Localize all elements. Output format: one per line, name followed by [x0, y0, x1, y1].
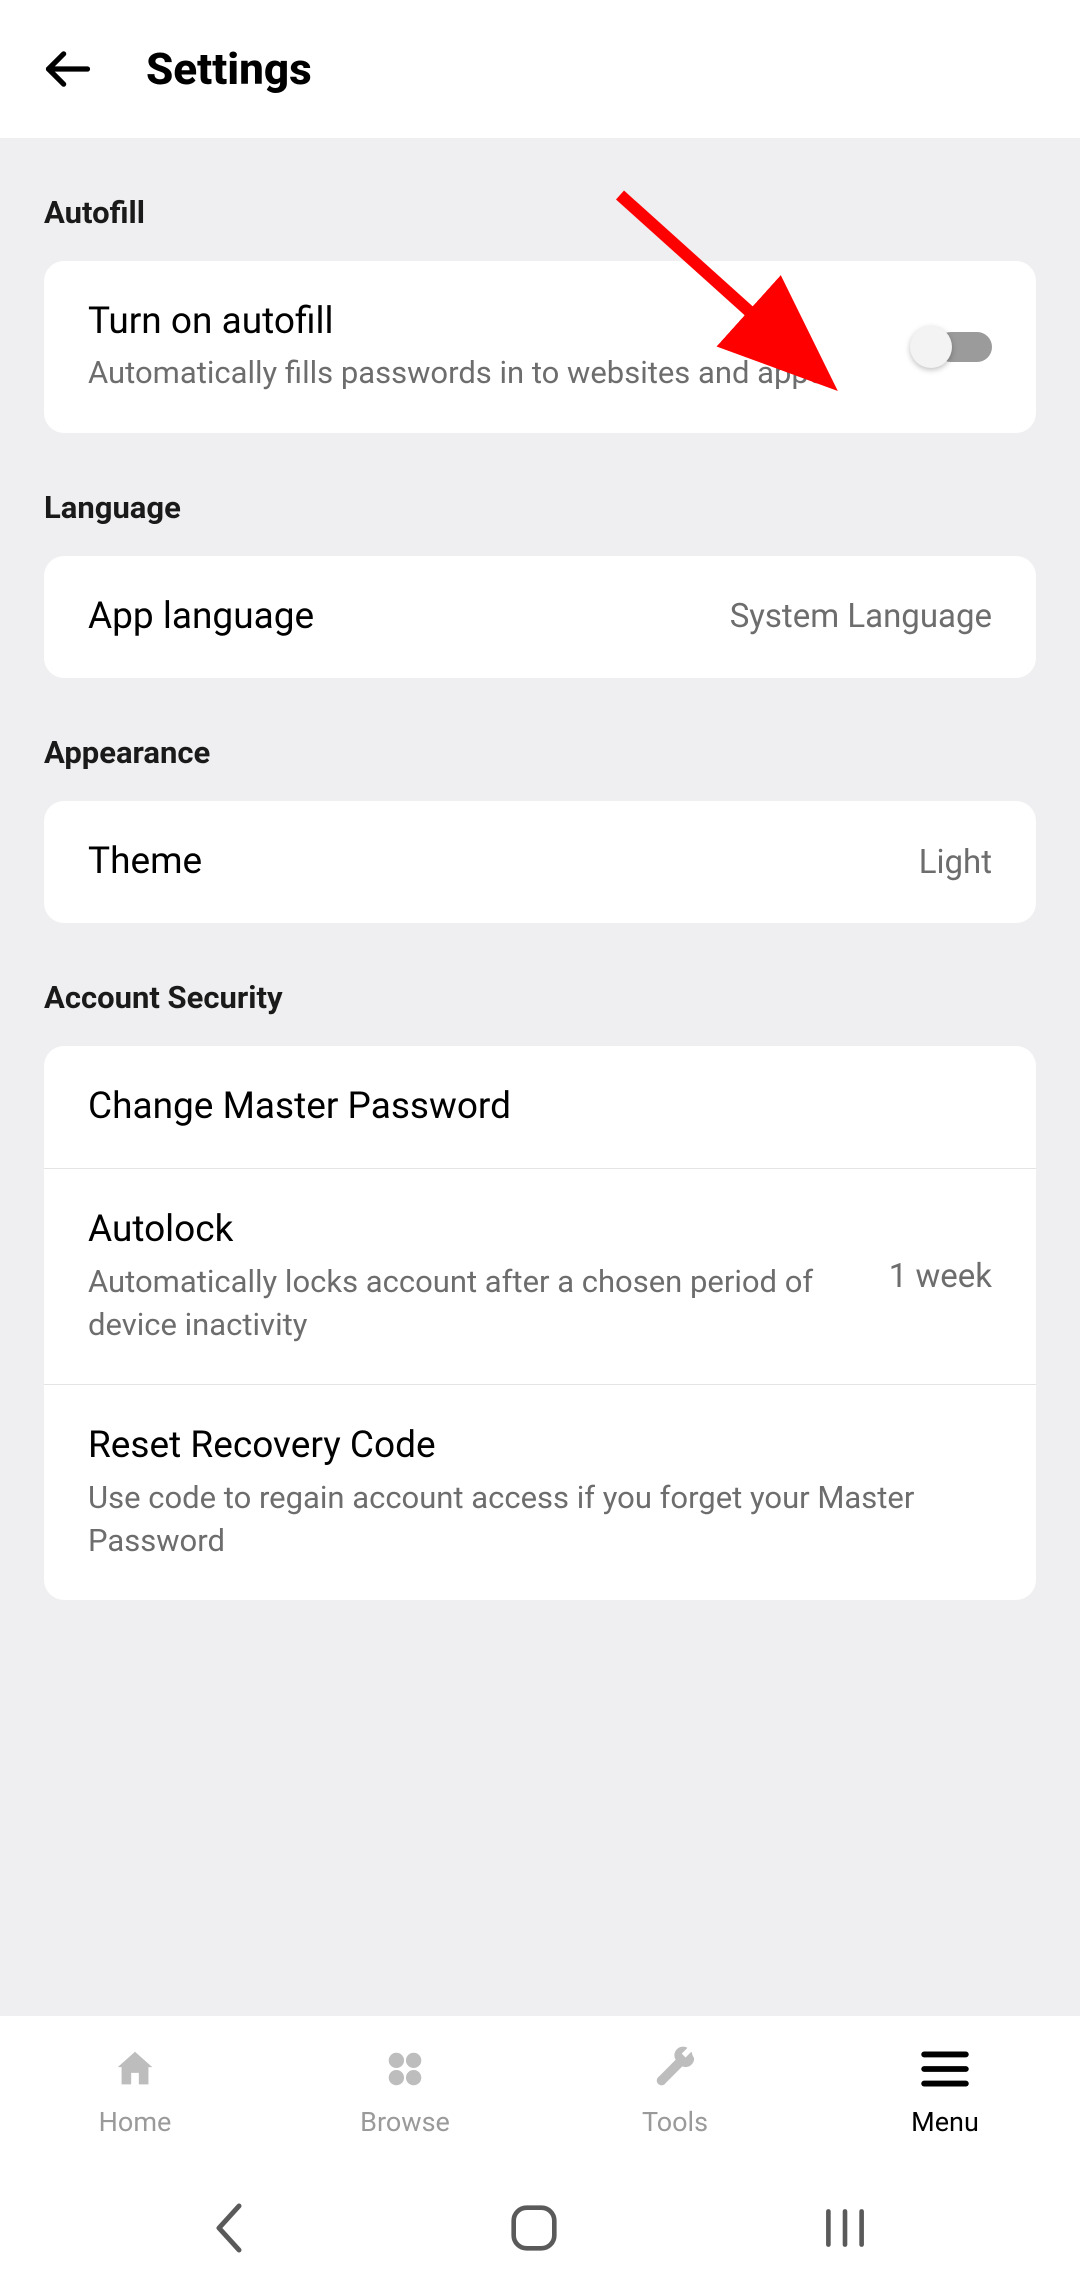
row-change-master-password[interactable]: Change Master Password	[44, 1046, 1036, 1168]
system-home-button[interactable]	[510, 2204, 558, 2256]
three-bars-icon	[821, 2206, 869, 2250]
wrench-icon	[650, 2044, 700, 2094]
nav-label: Menu	[911, 2106, 979, 2138]
page-title: Settings	[146, 43, 312, 95]
row-title: Turn on autofill	[88, 299, 880, 345]
row-left: Turn on autofill Automatically fills pas…	[88, 299, 880, 395]
system-nav	[0, 2166, 1080, 2294]
grid-icon	[380, 2044, 430, 2094]
nav-label: Tools	[642, 2106, 708, 2138]
row-app-language[interactable]: App language System Language	[44, 556, 1036, 678]
nav-item-home[interactable]: Home	[0, 2016, 270, 2166]
row-title: Reset Recovery Code	[88, 1423, 992, 1469]
header: Settings	[0, 0, 1080, 138]
row-reset-recovery-code[interactable]: Reset Recovery Code Use code to regain a…	[44, 1384, 1036, 1600]
rounded-square-icon	[510, 2204, 558, 2252]
row-value: 1 week	[889, 1257, 992, 1296]
system-recents-button[interactable]	[821, 2206, 869, 2254]
row-title: App language	[88, 594, 700, 640]
row-left: Autolock Automatically locks account aft…	[88, 1207, 859, 1346]
menu-icon	[920, 2044, 970, 2094]
row-value: System Language	[730, 597, 992, 636]
card-autofill: Turn on autofill Automatically fills pas…	[44, 261, 1036, 433]
section-header-autofill: Autofill	[44, 194, 1036, 231]
section-header-appearance: Appearance	[44, 734, 1036, 771]
row-value: Light	[919, 843, 992, 882]
bottom-nav: Home Browse Tools Menu	[0, 2016, 1080, 2166]
card-account-security: Change Master Password Autolock Automati…	[44, 1046, 1036, 1600]
chevron-left-icon	[211, 2202, 247, 2254]
nav-item-browse[interactable]: Browse	[270, 2016, 540, 2166]
autofill-toggle[interactable]	[910, 326, 992, 368]
card-appearance: Theme Light	[44, 801, 1036, 923]
row-title: Autolock	[88, 1207, 859, 1253]
row-left: Change Master Password	[88, 1084, 992, 1130]
row-theme[interactable]: Theme Light	[44, 801, 1036, 923]
section-header-language: Language	[44, 489, 1036, 526]
row-title: Theme	[88, 839, 889, 885]
row-left: App language	[88, 594, 700, 640]
row-subtitle: Automatically locks account after a chos…	[88, 1260, 859, 1347]
arrow-left-icon	[42, 43, 94, 95]
row-left: Theme	[88, 839, 889, 885]
nav-label: Browse	[360, 2106, 450, 2138]
home-icon	[110, 2044, 160, 2094]
back-button[interactable]	[40, 41, 96, 97]
row-title: Change Master Password	[88, 1084, 992, 1130]
toggle-thumb	[910, 326, 952, 368]
nav-item-menu[interactable]: Menu	[810, 2016, 1080, 2166]
row-left: Reset Recovery Code Use code to regain a…	[88, 1423, 992, 1562]
card-language: App language System Language	[44, 556, 1036, 678]
system-back-button[interactable]	[211, 2202, 247, 2258]
row-autolock[interactable]: Autolock Automatically locks account aft…	[44, 1168, 1036, 1384]
nav-item-tools[interactable]: Tools	[540, 2016, 810, 2166]
row-subtitle: Use code to regain account access if you…	[88, 1476, 992, 1563]
nav-label: Home	[99, 2106, 172, 2138]
row-turn-on-autofill[interactable]: Turn on autofill Automatically fills pas…	[44, 261, 1036, 433]
content: Autofill Turn on autofill Automatically …	[0, 194, 1080, 1600]
section-header-account-security: Account Security	[44, 979, 1036, 1016]
row-subtitle: Automatically fills passwords in to webs…	[88, 351, 880, 394]
